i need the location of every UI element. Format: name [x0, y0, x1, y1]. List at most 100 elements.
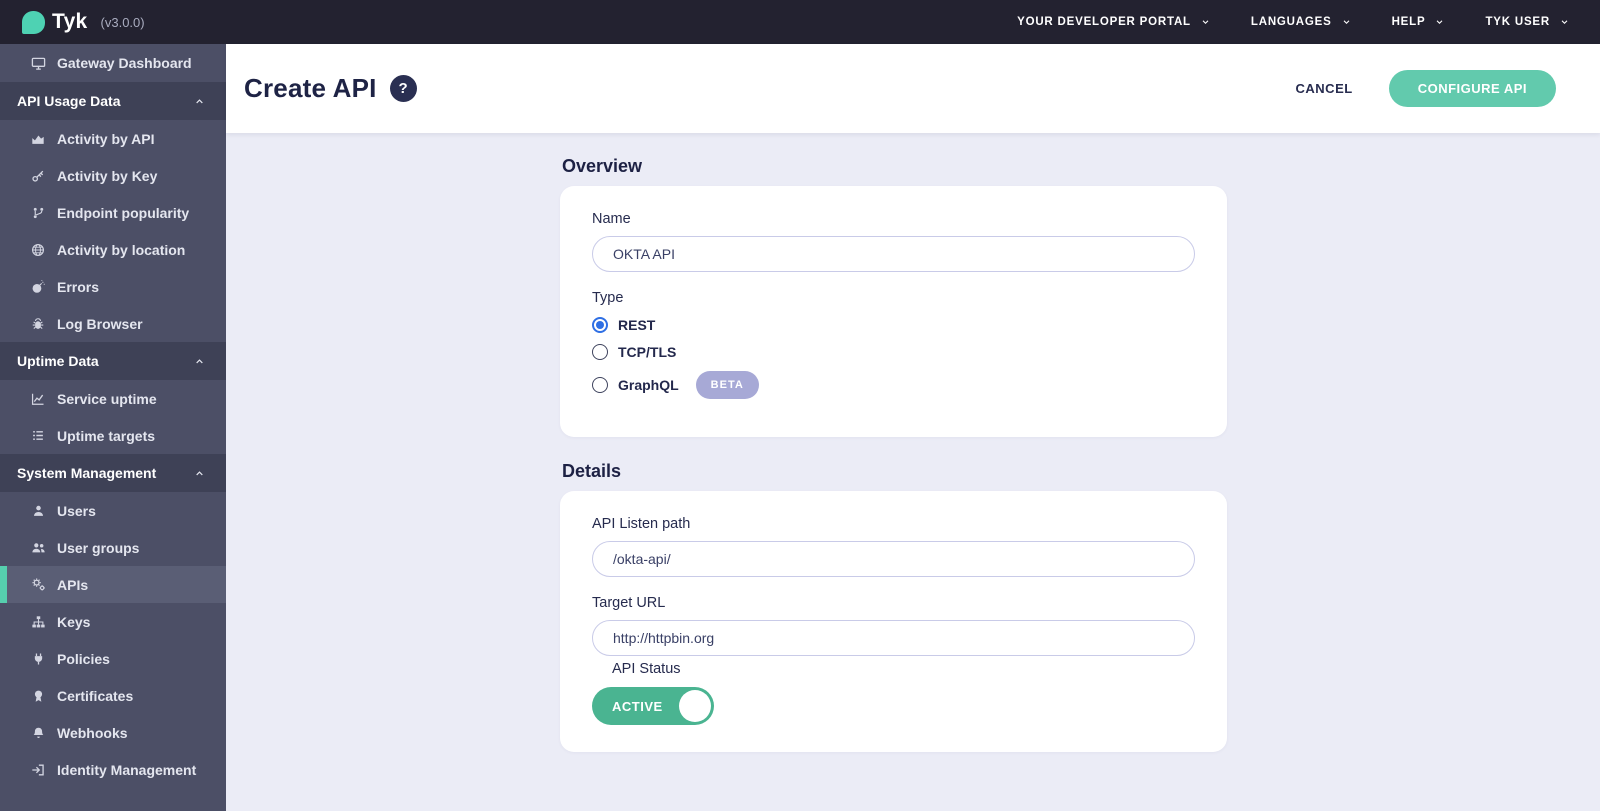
type-label: Type	[592, 290, 1195, 306]
toggle-knob-icon	[679, 690, 711, 722]
type-option-label: REST	[618, 317, 655, 333]
listen-path-input[interactable]	[592, 541, 1195, 577]
sidebar-item-users[interactable]: Users	[0, 492, 226, 529]
top-menu-label: YOUR DEVELOPER PORTAL	[1017, 16, 1191, 28]
sidebar-item-log-browser[interactable]: Log Browser	[0, 305, 226, 342]
sidebar-item-service-uptime[interactable]: Service uptime	[0, 380, 226, 417]
type-option-tcp-tls[interactable]: TCP/TLS	[592, 344, 676, 360]
api-status-value: ACTIVE	[612, 699, 663, 714]
api-status-label: API Status	[612, 661, 1195, 677]
sidebar-item-identity-management[interactable]: Identity Management	[0, 751, 226, 788]
top-menu-label: LANGUAGES	[1251, 16, 1332, 28]
sidebar-item-label: Uptime targets	[57, 428, 155, 444]
users-icon	[30, 541, 46, 555]
sidebar-item-gateway-dashboard[interactable]: Gateway Dashboard	[0, 44, 226, 82]
radio-checked-icon[interactable]	[592, 317, 608, 333]
sidebar-item-user-groups[interactable]: User groups	[0, 529, 226, 566]
help-icon[interactable]: ?	[390, 75, 417, 102]
brand-name: Tyk	[52, 10, 88, 34]
cogs-icon	[30, 577, 46, 592]
configure-api-button[interactable]: CONFIGURE API	[1389, 70, 1556, 107]
sidebar-item-label: Certificates	[57, 688, 133, 704]
chevron-up-icon	[193, 357, 206, 366]
overview-card: Name Type REST TCP/TLS GraphQL BETA	[560, 186, 1227, 437]
type-option-graphql[interactable]: GraphQL BETA	[592, 371, 759, 399]
cancel-button[interactable]: CANCEL	[1296, 81, 1353, 96]
details-heading: Details	[562, 461, 1225, 482]
type-option-label: GraphQL	[618, 377, 679, 393]
name-input[interactable]	[592, 236, 1195, 272]
radio-unchecked-icon[interactable]	[592, 344, 608, 360]
sidebar: Gateway Dashboard API Usage Data Activity …	[0, 44, 226, 811]
target-url-input[interactable]	[592, 620, 1195, 656]
sidebar-section-label: System Management	[17, 465, 156, 481]
sidebar-item-label: Gateway Dashboard	[57, 55, 192, 71]
name-label: Name	[592, 211, 1195, 227]
sidebar-item-activity-by-api[interactable]: Activity by API	[0, 120, 226, 157]
certificate-icon	[30, 689, 46, 703]
bomb-icon	[30, 280, 46, 294]
type-option-rest[interactable]: REST	[592, 317, 655, 333]
details-card: API Listen path Target URL API Status AC…	[560, 491, 1227, 752]
sidebar-section-label: Uptime Data	[17, 353, 99, 369]
sidebar-item-errors[interactable]: Errors	[0, 268, 226, 305]
version-label: (v3.0.0)	[101, 15, 145, 30]
bug-icon	[30, 317, 46, 331]
top-bar: Tyk (v3.0.0) YOUR DEVELOPER PORTAL LANGUA…	[0, 0, 1600, 44]
top-menu-your-developer-portal[interactable]: YOUR DEVELOPER PORTAL	[1017, 16, 1211, 28]
sidebar-item-label: Users	[57, 503, 96, 519]
sidebar-item-webhooks[interactable]: Webhooks	[0, 714, 226, 751]
branch-icon	[30, 206, 46, 220]
bell-icon	[30, 726, 46, 740]
sidebar-item-label: Keys	[57, 614, 90, 630]
tyk-logo[interactable]: Tyk (v3.0.0)	[22, 10, 145, 34]
sidebar-item-label: Service uptime	[57, 391, 157, 407]
top-menu-languages[interactable]: LANGUAGES	[1251, 16, 1352, 28]
type-option-label: TCP/TLS	[618, 344, 676, 360]
key-icon	[30, 169, 46, 183]
sidebar-section-label: API Usage Data	[17, 93, 120, 109]
type-radio-group: REST TCP/TLS GraphQL BETA	[592, 317, 1195, 399]
sidebar-item-label: Endpoint popularity	[57, 205, 189, 221]
sidebar-item-endpoint-popularity[interactable]: Endpoint popularity	[0, 194, 226, 231]
top-menu-label: TYK USER	[1485, 16, 1550, 28]
chevron-up-icon	[193, 469, 206, 478]
line-chart-icon	[30, 392, 46, 406]
sidebar-item-activity-by-key[interactable]: Activity by Key	[0, 157, 226, 194]
top-menu-label: HELP	[1392, 16, 1426, 28]
overview-heading: Overview	[562, 156, 1225, 177]
sidebar-item-label: Identity Management	[57, 762, 196, 778]
api-status-toggle[interactable]: ACTIVE	[592, 687, 714, 725]
plug-icon	[30, 652, 46, 666]
sidebar-item-label: Errors	[57, 279, 99, 295]
sitemap-icon	[30, 615, 46, 629]
target-url-label: Target URL	[592, 595, 1195, 611]
page-content: Overview Name Type REST TCP/TLS GraphQL BET…	[226, 133, 1600, 811]
monitor-icon	[30, 56, 46, 71]
listen-path-label: API Listen path	[592, 516, 1195, 532]
sidebar-section-api-usage-data[interactable]: API Usage Data	[0, 82, 226, 120]
chevron-down-icon	[1200, 18, 1211, 26]
sidebar-item-label: Log Browser	[57, 316, 143, 332]
list-icon	[30, 429, 46, 442]
top-menu-help[interactable]: HELP	[1392, 16, 1446, 28]
sidebar-item-label: Activity by API	[57, 131, 155, 147]
top-menu: YOUR DEVELOPER PORTAL LANGUAGES HELP TYK US…	[1017, 16, 1570, 28]
chevron-down-icon	[1559, 18, 1570, 26]
sidebar-item-apis[interactable]: APIs	[0, 566, 226, 603]
sidebar-item-label: Activity by Key	[57, 168, 157, 184]
sidebar-section-uptime-data[interactable]: Uptime Data	[0, 342, 226, 380]
radio-unchecked-icon[interactable]	[592, 377, 608, 393]
top-menu-tyk-user[interactable]: TYK USER	[1485, 16, 1570, 28]
sidebar-item-policies[interactable]: Policies	[0, 640, 226, 677]
sidebar-item-label: User groups	[57, 540, 139, 556]
sidebar-item-certificates[interactable]: Certificates	[0, 677, 226, 714]
sidebar-item-keys[interactable]: Keys	[0, 603, 226, 640]
sidebar-section-system-management[interactable]: System Management	[0, 454, 226, 492]
sidebar-item-activity-by-location[interactable]: Activity by location	[0, 231, 226, 268]
page-title: Create API	[244, 73, 377, 104]
area-chart-icon	[30, 132, 46, 146]
page-header: Create API ? CANCEL CONFIGURE API	[226, 44, 1600, 133]
sidebar-item-uptime-targets[interactable]: Uptime targets	[0, 417, 226, 454]
beta-badge: BETA	[696, 371, 759, 399]
